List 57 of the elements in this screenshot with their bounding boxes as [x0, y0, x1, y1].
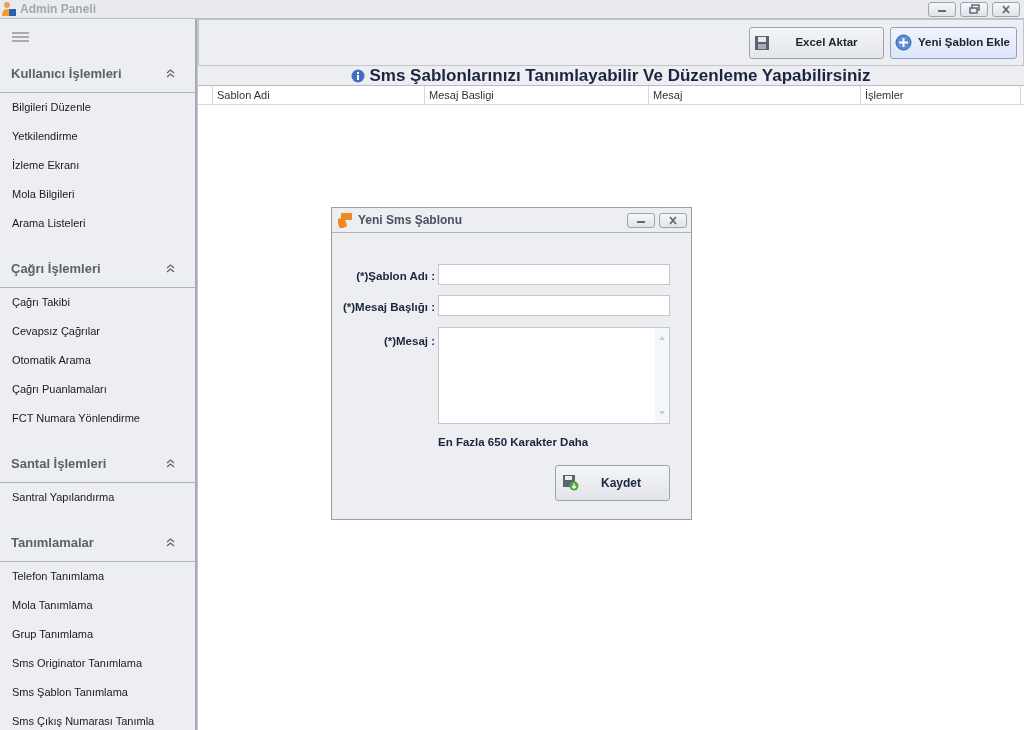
sms-icon — [338, 212, 353, 228]
sidebar-item[interactable]: Mola Bilgileri — [0, 180, 195, 209]
group-header: Santal İşlemleri — [11, 454, 107, 473]
sidebar-item[interactable]: İzleme Ekranı — [0, 151, 195, 180]
save-button[interactable]: Kaydet — [555, 464, 670, 501]
column-header[interactable]: İşlemler — [861, 86, 1021, 104]
restore-button[interactable] — [960, 1, 988, 17]
sidebar-item[interactable]: Çağrı Puanlamaları — [0, 375, 195, 404]
column-header[interactable]: Mesaj Basligi — [425, 86, 649, 104]
save-icon — [562, 474, 579, 492]
group-header: Çağrı İşlemleri — [11, 259, 101, 278]
sidebar-item[interactable]: Grup Tanımlama — [0, 620, 195, 649]
info-icon — [351, 68, 366, 83]
add-icon — [895, 34, 912, 51]
restore-icon — [968, 4, 980, 14]
minimize-button[interactable] — [627, 212, 655, 228]
field-label: (*)Mesaj : — [382, 333, 435, 349]
sidebar-item[interactable]: Çağrı Takibi — [0, 288, 195, 317]
page-heading: Sms Şablonlarınızı Tanımlayabilir Ve Düzenleme Yapabilirsiniz — [369, 64, 871, 87]
field-label: (*)Şablon Adı : — [355, 269, 435, 284]
scrollbar-drawing[interactable] — [655, 327, 669, 423]
sidebar-item[interactable]: Sms Şablon Tanımlama — [0, 678, 195, 707]
sidebar-item[interactable]: Bilgileri Düzenle — [0, 93, 195, 122]
group-header: Tanımlamalar — [11, 533, 94, 552]
input-field[interactable] — [438, 264, 670, 285]
sidebar-item[interactable]: Sms Originator Tanımlama — [0, 649, 195, 678]
minimize-button[interactable] — [928, 1, 956, 17]
group-header: Kullanıcı İşlemleri — [11, 64, 122, 83]
collapse-icon[interactable] — [166, 264, 175, 273]
character-count-note: En Fazla 650 Karakter Daha — [438, 434, 590, 450]
sidebar-item[interactable]: Otomatik Arama — [0, 346, 195, 375]
sidebar-item[interactable]: Arama Listeleri — [0, 209, 195, 238]
sidebar-item[interactable]: Telefon Tanımlama — [0, 562, 195, 591]
column-header[interactable]: Sablon Adi — [213, 86, 425, 104]
sidebar-item[interactable]: Santral Yapılandırma — [0, 483, 195, 512]
sidebar-item[interactable]: FCT Numara Yönlendirme — [0, 404, 195, 433]
sidebar-item[interactable]: Yetkilendirme — [0, 122, 195, 151]
column-header[interactable]: Mesaj — [649, 86, 861, 104]
save-icon — [754, 34, 770, 51]
collapse-icon[interactable] — [166, 69, 175, 78]
collapse-icon[interactable] — [166, 459, 175, 468]
close-icon — [1001, 4, 1011, 14]
collapse-icon[interactable] — [166, 538, 175, 547]
input-field[interactable] — [438, 295, 670, 317]
sidebar-item[interactable]: Sms Çıkış Numarası Tanımla — [0, 707, 195, 730]
close-icon — [668, 215, 678, 225]
message-field[interactable] — [438, 326, 670, 424]
add-template-button[interactable]: Yeni Şablon Ekle — [890, 26, 1017, 59]
close-button[interactable] — [659, 212, 687, 228]
sidebar-item[interactable]: Cevapsız Çağrılar — [0, 317, 195, 346]
field-label: (*)Mesaj Başlığı : — [341, 300, 435, 316]
user-icon — [1, 1, 17, 17]
window-title: Admin Paneli — [20, 1, 96, 18]
dialog-title: Yeni Sms Şablonu — [358, 212, 464, 229]
sidebar-item[interactable]: Mola Tanımlama — [0, 591, 195, 620]
export-button[interactable]: Excel Aktar — [749, 26, 884, 59]
close-button[interactable] — [992, 1, 1020, 17]
